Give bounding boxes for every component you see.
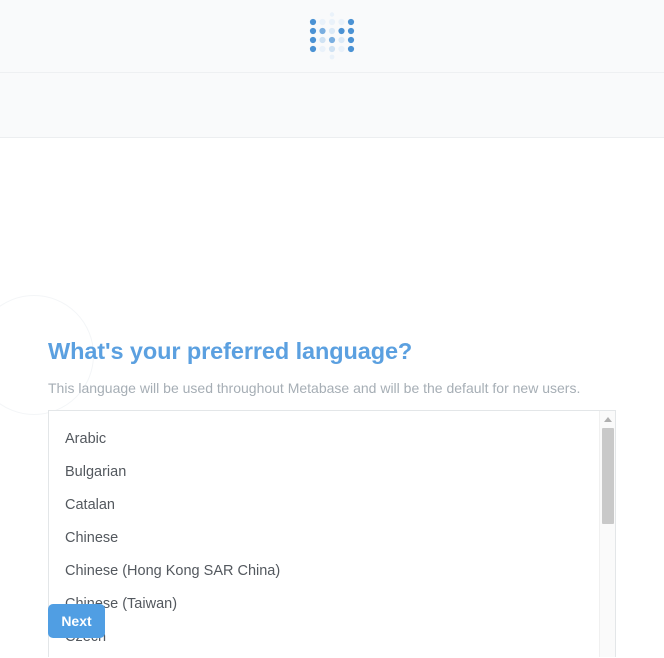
language-option[interactable]: Chinese (Hong Kong SAR China) (49, 555, 599, 588)
language-option[interactable]: Czech (49, 621, 599, 654)
language-option[interactable]: Chinese (Taiwan) (49, 588, 599, 621)
language-select[interactable]: Arabic Bulgarian Catalan Chinese Chinese (Ho… (48, 410, 616, 657)
listbox-scrollbar[interactable] (599, 411, 615, 657)
language-option-list[interactable]: Arabic Bulgarian Catalan Chinese Chinese (Ho… (49, 411, 599, 657)
scrollbar-thumb[interactable] (602, 428, 614, 524)
scroll-up-arrow-icon[interactable] (600, 411, 615, 427)
page-title: What's your preferred language? (48, 338, 413, 364)
language-option[interactable]: Arabic (49, 423, 599, 456)
language-option[interactable]: Dutch (49, 654, 599, 657)
language-option[interactable]: Bulgarian (49, 456, 599, 489)
subheader-band (0, 73, 664, 138)
language-option[interactable]: Chinese (49, 522, 599, 555)
app-header (0, 0, 664, 73)
language-option[interactable]: Catalan (49, 489, 599, 522)
metabase-logo-icon (309, 12, 355, 60)
next-button[interactable]: Next (48, 604, 105, 638)
page-subtitle: This language will be used throughout Me… (48, 380, 581, 396)
setup-step-content: What's your preferred language? This lan… (0, 138, 664, 657)
